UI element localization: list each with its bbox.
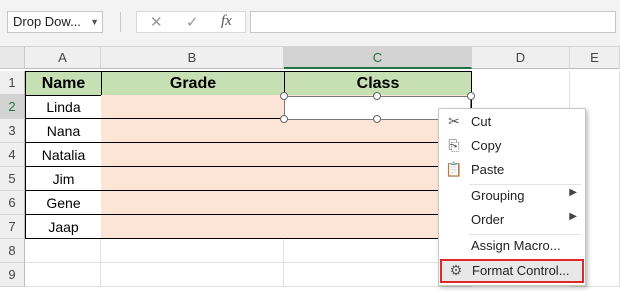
menu-item-label: Order: [471, 212, 505, 227]
row-header-5[interactable]: 5: [0, 167, 25, 191]
chevron-down-icon[interactable]: ▼: [90, 12, 99, 32]
menu-item-cut[interactable]: ✂ Cut: [439, 110, 585, 134]
scissors-icon: ✂: [448, 113, 460, 129]
menu-item-grouping[interactable]: Grouping ▶: [439, 184, 585, 208]
menu-item-label: Assign Macro...: [471, 238, 561, 253]
column-header-a[interactable]: A: [25, 47, 101, 69]
resize-handle[interactable]: [280, 92, 288, 100]
excel-window: Drop Dow... ▼ ✕ ✓ fx A B C D E 1 2 3 4 5…: [0, 0, 620, 291]
formula-buttons: ✕ ✓ fx: [136, 11, 246, 33]
context-menu: ✂ Cut ⎘ Copy 📋 Paste Grouping ▶ Order ▶ …: [438, 108, 586, 286]
formula-bar: Drop Dow... ▼ ✕ ✓ fx: [0, 0, 620, 47]
row-header-9[interactable]: 9: [0, 263, 25, 287]
enter-icon[interactable]: ✓: [186, 13, 199, 31]
resize-handle[interactable]: [373, 115, 381, 123]
header-grade[interactable]: Grade: [101, 71, 285, 96]
menu-item-copy[interactable]: ⎘ Copy: [439, 134, 585, 158]
row-header-6[interactable]: 6: [0, 191, 25, 215]
formula-input[interactable]: [250, 11, 616, 33]
column-header-d[interactable]: D: [472, 47, 570, 69]
menu-item-label: Paste: [471, 162, 505, 177]
grade-cell[interactable]: [101, 167, 285, 191]
cell-b9[interactable]: [101, 263, 284, 287]
format-control-icon: ⚙: [449, 262, 463, 278]
menu-item-label: Copy: [471, 138, 502, 153]
name-cell[interactable]: Natalia: [25, 143, 102, 167]
resize-handle[interactable]: [280, 115, 288, 123]
menu-item-label: Format Control...: [472, 263, 570, 278]
formula-bar-divider: [120, 12, 121, 32]
grade-cell[interactable]: [101, 119, 285, 143]
name-cell[interactable]: Linda: [25, 95, 102, 119]
grade-cell[interactable]: [101, 215, 285, 239]
row-header-2[interactable]: 2: [0, 95, 25, 119]
grade-cell[interactable]: [101, 95, 285, 119]
clipboard-icon: 📋: [445, 161, 463, 177]
column-header-e[interactable]: E: [570, 47, 620, 69]
copy-icon: ⎘: [448, 137, 460, 153]
column-header-c[interactable]: C: [284, 47, 472, 69]
menu-item-label: Grouping: [471, 188, 525, 203]
grade-cell[interactable]: [101, 191, 285, 215]
insert-function-icon[interactable]: fx: [221, 13, 232, 30]
column-header-b[interactable]: B: [101, 47, 284, 69]
grade-cell[interactable]: [101, 143, 285, 167]
chevron-right-icon: ▶: [569, 211, 577, 222]
cell-a8[interactable]: [25, 239, 101, 263]
row-header-1[interactable]: 1: [0, 71, 25, 95]
name-cell[interactable]: Gene: [25, 191, 102, 215]
menu-item-order[interactable]: Order ▶: [439, 208, 585, 232]
select-all-corner[interactable]: [0, 47, 25, 69]
menu-item-paste[interactable]: 📋 Paste: [439, 158, 585, 182]
cell-a9[interactable]: [25, 263, 101, 287]
menu-item-label: Cut: [471, 114, 492, 129]
row-header-4[interactable]: 4: [0, 143, 25, 167]
name-cell[interactable]: Jaap: [25, 215, 102, 239]
name-cell[interactable]: Nana: [25, 119, 102, 143]
name-box[interactable]: Drop Dow... ▼: [7, 11, 103, 33]
menu-item-format-control[interactable]: ⚙ Format Control...: [440, 259, 584, 283]
resize-handle[interactable]: [467, 92, 475, 100]
header-name[interactable]: Name: [25, 71, 102, 96]
name-cell[interactable]: Jim: [25, 167, 102, 191]
row-header-3[interactable]: 3: [0, 119, 25, 143]
resize-handle[interactable]: [373, 92, 381, 100]
row-header-8[interactable]: 8: [0, 239, 25, 263]
chevron-right-icon: ▶: [569, 187, 577, 198]
row-header-7[interactable]: 7: [0, 215, 25, 239]
cell-b8[interactable]: [101, 239, 284, 263]
menu-item-assign-macro[interactable]: Assign Macro...: [439, 234, 585, 258]
name-box-value: Drop Dow...: [13, 14, 81, 29]
cancel-icon[interactable]: ✕: [150, 13, 163, 31]
